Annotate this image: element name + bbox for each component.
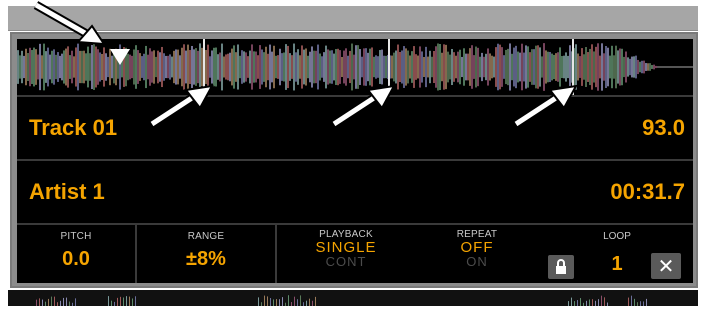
- playback-control[interactable]: PLAYBACK SINGLE CONT: [277, 225, 415, 283]
- pitch-control[interactable]: PITCH 0.0: [17, 225, 137, 283]
- pitch-value: 0.0: [62, 248, 90, 270]
- deck-title-bar: [8, 6, 698, 31]
- deck-controls: PITCH 0.0 RANGE ±8% PLAYBACK SINGLE CONT…: [17, 225, 693, 283]
- track-bpm: 93.0: [642, 115, 685, 140]
- close-icon[interactable]: ✕: [651, 253, 681, 279]
- annotation-arrow-icon: [33, 1, 106, 46]
- next-deck-waveform: [36, 295, 647, 306]
- annotation-arrow-icon: [331, 84, 396, 128]
- track-title: Track 01: [29, 115, 118, 140]
- next-deck-strip: [8, 290, 698, 306]
- annotation-arrow-icon: [513, 84, 578, 128]
- repeat-value: OFF: [460, 239, 494, 256]
- loop-label: LOOP: [603, 231, 631, 242]
- repeat-alt-value: ON: [466, 254, 488, 269]
- artist-row: Artist 1 00:31.7: [17, 161, 693, 225]
- playhead-marker-icon[interactable]: [110, 49, 130, 65]
- repeat-control[interactable]: REPEAT OFF ON: [415, 225, 539, 283]
- lock-icon: [556, 259, 566, 274]
- deck-inner: Track 01 93.0 Artist 1 00:31.7 PITCH 0.0…: [17, 39, 693, 283]
- artist-name: Artist 1: [29, 179, 105, 204]
- deck-panel: Track 01 93.0 Artist 1 00:31.7 PITCH 0.0…: [10, 32, 698, 288]
- loop-value[interactable]: 1: [592, 253, 642, 276]
- range-control[interactable]: RANGE ±8%: [137, 225, 277, 283]
- range-value: ±8%: [186, 248, 226, 270]
- range-label: RANGE: [187, 231, 225, 242]
- loop-lock-button[interactable]: [548, 255, 574, 279]
- elapsed-time: 00:31.7: [610, 179, 685, 204]
- playback-value: SINGLE: [315, 239, 377, 256]
- pitch-label: PITCH: [60, 231, 92, 242]
- annotation-arrow-icon: [149, 84, 214, 128]
- playback-alt-value: CONT: [325, 254, 367, 269]
